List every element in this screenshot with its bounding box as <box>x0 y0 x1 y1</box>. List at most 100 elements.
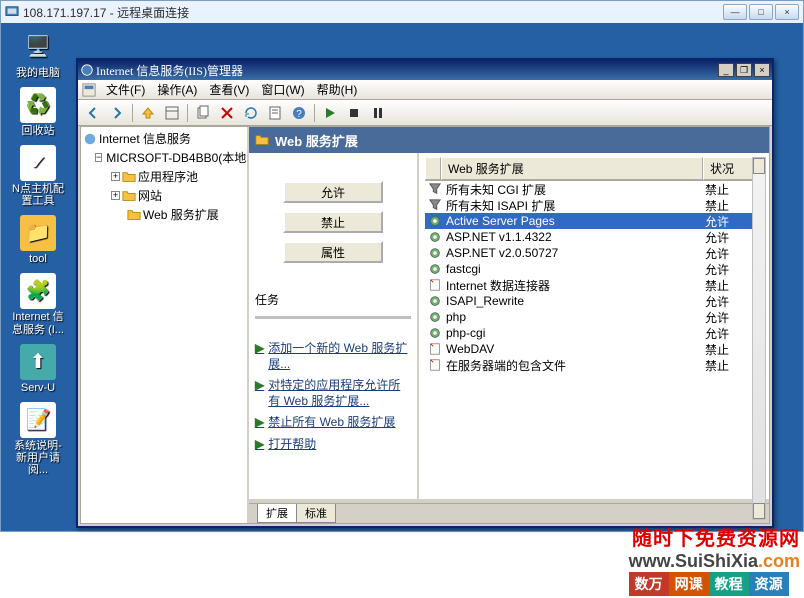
properties-button[interactable]: 属性 <box>283 241 383 263</box>
props-icon <box>267 105 283 121</box>
list-row[interactable]: 在服务器端的包含文件禁止 <box>425 357 763 373</box>
desktop-icon[interactable]: 📁tool <box>9 215 67 265</box>
list-row[interactable]: ISAPI_Rewrite允许 <box>425 293 763 309</box>
arrow-icon: ▶ <box>255 415 264 431</box>
row-name: WebDAV <box>446 342 705 356</box>
run-button[interactable] <box>319 103 341 123</box>
row-name: ASP.NET v1.1.4322 <box>446 230 705 244</box>
task-link[interactable]: ▶添加一个新的 Web 服务扩展... <box>255 341 411 372</box>
list-row[interactable]: 所有未知 CGI 扩展禁止 <box>425 181 763 197</box>
remote-desktop[interactable]: 🖥️我的电脑♻️回收站✔N点主机配置工具📁tool🧩Internet 信息服务 … <box>1 23 803 531</box>
folder-open-icon <box>255 133 269 147</box>
task-link[interactable]: ▶对特定的应用程序允许所有 Web 服务扩展... <box>255 378 411 409</box>
deny-button[interactable]: 禁止 <box>283 211 383 233</box>
folder-icon <box>127 208 141 222</box>
copy-button[interactable] <box>192 103 214 123</box>
pause-button[interactable] <box>367 103 389 123</box>
tab-extensions[interactable]: 扩展 <box>257 504 297 523</box>
desktop-icon-label: 我的电脑 <box>16 67 60 79</box>
iis-close-button[interactable]: × <box>754 63 770 77</box>
list-row[interactable]: ASP.NET v1.1.4322允许 <box>425 229 763 245</box>
collapse-icon[interactable]: − <box>95 153 102 162</box>
tree-server[interactable]: − MICRSOFT-DB4BB0(本地计 <box>83 148 245 167</box>
allow-button[interactable]: 允许 <box>283 181 383 203</box>
row-name: 在服务器端的包含文件 <box>446 357 705 374</box>
menu-item[interactable]: 帮助(H) <box>311 82 364 98</box>
iis-titlebar[interactable]: Internet 信息服务(IIS)管理器 _ ❐ × <box>78 60 772 80</box>
desktop-icon[interactable]: 🖥️ 我的电脑 <box>9 29 67 79</box>
del-button[interactable] <box>216 103 238 123</box>
row-name: 所有未知 CGI 扩展 <box>446 181 705 198</box>
rdp-window-controls: — □ × <box>723 4 799 20</box>
desktop-icon[interactable]: 📝系统说明-新用户请阅... <box>9 402 67 476</box>
desktop-icon-image: 🧩 <box>20 273 56 309</box>
expand-icon[interactable]: + <box>111 172 120 181</box>
iis-restore-button[interactable]: ❐ <box>736 63 752 77</box>
row-name: ISAPI_Rewrite <box>446 294 705 308</box>
rdp-close-button[interactable]: × <box>775 4 799 20</box>
desktop-icons: 🖥️ 我的电脑 ♻️回收站 ✔N点主机配置工具 📁tool 🧩Internet 信息服务 … <box>9 29 67 476</box>
vertical-scrollbar[interactable] <box>752 157 766 520</box>
gear-icon <box>427 310 443 324</box>
forward-button[interactable] <box>106 103 128 123</box>
list-row[interactable]: ASP.NET v2.0.50727允许 <box>425 245 763 261</box>
desktop-icon-image: 🖥️ <box>20 29 56 65</box>
rdp-maximize-button[interactable]: □ <box>749 4 773 20</box>
page-icon <box>427 342 443 356</box>
hdr-icon-col[interactable] <box>425 157 441 180</box>
help-icon: ? <box>291 105 307 121</box>
desktop-icon[interactable]: ✔N点主机配置工具 <box>9 145 67 207</box>
refresh-button[interactable] <box>240 103 262 123</box>
tree-pools[interactable]: + 应用程序池 <box>83 167 245 186</box>
divider <box>255 316 411 319</box>
tab-standard[interactable]: 标准 <box>296 504 336 523</box>
menu-item[interactable]: 文件(F) <box>100 82 151 98</box>
list-row[interactable]: Internet 数据连接器禁止 <box>425 277 763 293</box>
hdr-name[interactable]: Web 服务扩展 <box>441 157 703 180</box>
tree-root-label: Internet 信息服务 <box>99 130 191 147</box>
filter-icon <box>427 198 443 212</box>
rdp-minimize-button[interactable]: — <box>723 4 747 20</box>
watermark-tag: 数万 <box>629 572 669 596</box>
list-row[interactable]: Active Server Pages允许 <box>425 213 763 229</box>
gear-icon <box>427 294 443 308</box>
run-icon <box>322 105 338 121</box>
list-body[interactable]: 所有未知 CGI 扩展禁止所有未知 ISAPI 扩展禁止Active Serve… <box>425 181 763 499</box>
task-link[interactable]: ▶禁止所有 Web 服务扩展 <box>255 415 411 431</box>
tree-button[interactable] <box>161 103 183 123</box>
menu-item[interactable]: 操作(A) <box>151 82 203 98</box>
toolbar-separator <box>314 104 315 122</box>
menu-item[interactable]: 查看(V) <box>203 82 255 98</box>
desktop-icon[interactable]: ♻️回收站 <box>9 87 67 137</box>
rdp-titlebar[interactable]: 108.171.197.17 - 远程桌面连接 — □ × <box>1 1 803 23</box>
stop-button[interactable] <box>343 103 365 123</box>
list-row[interactable]: fastcgi允许 <box>425 261 763 277</box>
watermark-title: 随时下免费资源网 <box>629 522 800 551</box>
desktop-icon-image: ⬆ <box>20 344 56 380</box>
list-row[interactable]: 所有未知 ISAPI 扩展禁止 <box>425 197 763 213</box>
expand-icon[interactable]: + <box>111 191 120 200</box>
desktop-icon-label: Serv-U <box>21 382 55 394</box>
menu-item[interactable]: 窗口(W) <box>255 82 310 98</box>
task-link-label: 对特定的应用程序允许所有 Web 服务扩展... <box>268 378 411 409</box>
desktop-icon[interactable]: ⬆ Serv-U <box>9 344 67 394</box>
list-row[interactable]: php-cgi允许 <box>425 325 763 341</box>
list-row[interactable]: php允许 <box>425 309 763 325</box>
iis-minimize-button[interactable]: _ <box>718 63 734 77</box>
desktop-icon[interactable]: 🧩Internet 信息服务 (I... <box>9 273 67 335</box>
back-button[interactable] <box>82 103 104 123</box>
iis-body: Internet 信息服务 − MICRSOFT-DB4BB0(本地计 + 应用… <box>80 126 770 524</box>
rdp-window: 108.171.197.17 - 远程桌面连接 — □ × 🖥️ 我的电脑 ♻️回收… <box>0 0 804 532</box>
list-row[interactable]: WebDAV禁止 <box>425 341 763 357</box>
help-button[interactable]: ? <box>288 103 310 123</box>
tasks-column: 允许 禁止 属性 任务 ▶添加一个新的 Web 服务扩展...▶对特定的应用程序… <box>249 153 419 499</box>
task-link[interactable]: ▶打开帮助 <box>255 437 411 453</box>
up-button[interactable] <box>137 103 159 123</box>
tree-root[interactable]: Internet 信息服务 <box>83 129 245 148</box>
props-button[interactable] <box>264 103 286 123</box>
page-icon <box>427 358 443 372</box>
tree-panel[interactable]: Internet 信息服务 − MICRSOFT-DB4BB0(本地计 + 应用… <box>81 127 249 523</box>
row-name: ASP.NET v2.0.50727 <box>446 246 705 260</box>
tree-sites[interactable]: + 网站 <box>83 186 245 205</box>
tree-extensions[interactable]: Web 服务扩展 <box>83 205 245 224</box>
